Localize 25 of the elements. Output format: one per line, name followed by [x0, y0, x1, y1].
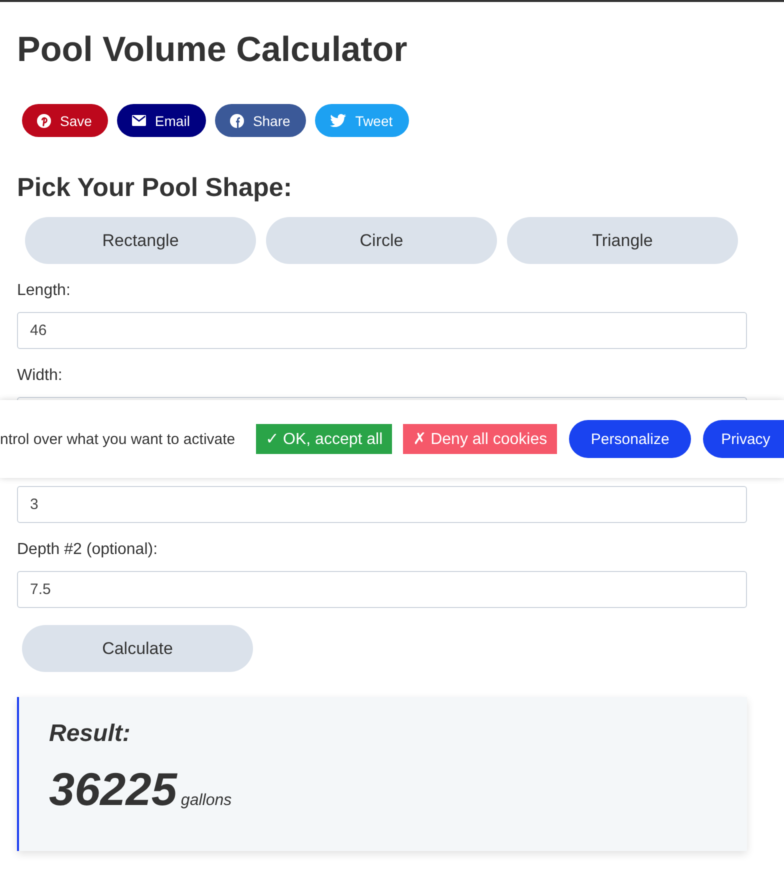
input-field[interactable]: 7.5 — [17, 571, 747, 608]
field-label: Depth #2 (optional): — [17, 540, 159, 560]
page-title: Pool Volume Calculator — [17, 29, 408, 71]
field-label: Length: — [17, 281, 72, 301]
privacy-button[interactable]: Privacy — [703, 420, 784, 458]
shape-option[interactable]: Rectangle — [25, 217, 256, 264]
result-unit: gallons — [180, 792, 232, 810]
share-button[interactable]: Share — [214, 104, 306, 137]
envelope-icon — [132, 115, 146, 126]
result-heading: Result: — [49, 719, 132, 749]
input-field[interactable]: 46 — [17, 312, 747, 349]
email-button[interactable]: Email — [116, 104, 206, 137]
input-field[interactable]: 3 — [17, 486, 747, 523]
personalize-button[interactable]: Personalize — [569, 420, 692, 458]
cookie-message: ntrol over what you want to activate — [0, 430, 236, 448]
section-heading: Pick Your Pool Shape: — [17, 171, 293, 203]
shape-option[interactable]: Triangle — [507, 217, 738, 264]
circled-p-icon — [37, 114, 51, 128]
save-button[interactable]: Save — [22, 104, 108, 137]
result-value: 36225 — [49, 762, 177, 817]
bird-icon — [330, 114, 346, 127]
calculate-button[interactable]: Calculate — [22, 625, 253, 672]
circled-f-icon — [230, 114, 244, 128]
shape-option[interactable]: Circle — [266, 217, 497, 264]
field-label: Width: — [17, 366, 64, 386]
